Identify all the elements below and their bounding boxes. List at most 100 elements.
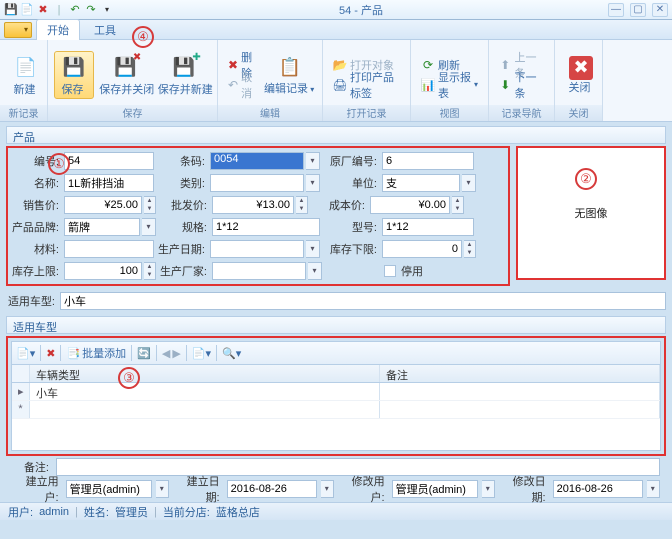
- category-dropdown[interactable]: ▾: [306, 174, 320, 192]
- tb-next-icon[interactable]: ▶: [172, 347, 180, 360]
- print-label-button[interactable]: 🖨打印产品标签: [329, 75, 404, 95]
- window-title: 54 - 产品: [114, 2, 608, 18]
- ribbon: 📄新建 新记录 💾保存 💾✖保存并关闭 💾✚保存并新建 保存 ✖删除 ↶取消 📋…: [0, 40, 672, 122]
- tab-start[interactable]: 开始: [36, 19, 80, 40]
- grid-header-type[interactable]: 车辆类型: [30, 365, 380, 382]
- tb-copy-icon[interactable]: 📄▾: [192, 347, 211, 360]
- factory-dropdown[interactable]: ▾: [308, 262, 322, 280]
- label-stockup: 库存上限:: [10, 263, 62, 279]
- edit-record-button[interactable]: 📋编辑记录 ▾: [264, 53, 316, 96]
- tb-new-icon[interactable]: 📄▾: [16, 347, 35, 360]
- tb-batch-add-button[interactable]: 📑 批量添加: [66, 345, 126, 361]
- stocklow-spinner[interactable]: ▲▼: [464, 240, 476, 258]
- minimize-button[interactable]: —: [608, 3, 624, 17]
- modifyuser-dd[interactable]: ▾: [482, 480, 495, 498]
- qat-dropdown-icon[interactable]: ▾: [100, 3, 114, 17]
- grid-corner: [12, 365, 30, 382]
- qat-redo-icon[interactable]: ↷: [84, 3, 98, 17]
- input-saleprice[interactable]: [64, 196, 142, 214]
- open-icon: 📂: [333, 58, 347, 72]
- tb-delete-icon[interactable]: ✖: [46, 347, 55, 360]
- brand-dropdown[interactable]: ▾: [142, 218, 156, 236]
- grid-row-new[interactable]: *: [12, 401, 660, 419]
- close-icon: ✖: [569, 56, 593, 80]
- grid-row[interactable]: ▸小车: [12, 383, 660, 401]
- up-icon: ⬆: [499, 58, 512, 72]
- label-barcode: 条码:: [156, 153, 208, 169]
- tb-prev-icon[interactable]: ◀: [162, 347, 170, 360]
- report-icon: 📊: [421, 78, 435, 92]
- tb-search-icon[interactable]: 🔍▾: [222, 347, 241, 360]
- proddate-dropdown[interactable]: ▾: [306, 240, 320, 258]
- input-model[interactable]: [382, 218, 474, 236]
- app-menu-button[interactable]: ▾: [4, 22, 32, 38]
- tb-refresh-icon[interactable]: 🔄: [137, 347, 151, 360]
- no-image-text: 无图像: [575, 205, 608, 221]
- input-costprice[interactable]: [370, 196, 450, 214]
- input-wholeprice[interactable]: [212, 196, 294, 214]
- save-close-button[interactable]: 💾✖保存并关闭: [98, 54, 153, 96]
- barcode-dropdown[interactable]: ▾: [306, 152, 320, 170]
- qat-save-icon[interactable]: 💾: [4, 3, 18, 17]
- close-window-button[interactable]: ✕: [652, 3, 668, 17]
- label-mfrno: 原厂编号:: [322, 153, 380, 169]
- label-unit: 单位:: [322, 175, 380, 191]
- label-costprice: 成本价:: [310, 197, 368, 213]
- panel-product-title: 产品: [6, 126, 666, 144]
- input-mfrno[interactable]: [382, 152, 474, 170]
- close-button[interactable]: ✖关闭: [561, 56, 601, 94]
- label-brand: 产品品牌:: [10, 219, 62, 235]
- qat-close-icon[interactable]: ✖: [36, 3, 50, 17]
- input-createuser[interactable]: [66, 480, 152, 498]
- new-button[interactable]: 📄新建: [6, 54, 46, 96]
- label-proddate: 生产日期:: [156, 241, 208, 257]
- qat-saveall-icon[interactable]: 📄: [20, 3, 34, 17]
- label-applycar: 适用车型:: [6, 293, 58, 309]
- input-stockup[interactable]: [64, 262, 142, 280]
- input-material[interactable]: [64, 240, 154, 258]
- next-record-button[interactable]: ⬇下一条: [495, 75, 548, 95]
- cancel-button[interactable]: ↶取消: [224, 75, 260, 95]
- group-navigation: 记录导航: [489, 105, 554, 121]
- grid-header-remark[interactable]: 备注: [380, 365, 660, 382]
- input-proddate[interactable]: [210, 240, 304, 258]
- input-stocklow[interactable]: [382, 240, 462, 258]
- cancel-icon: ↶: [228, 78, 238, 92]
- input-createdate[interactable]: [227, 480, 317, 498]
- group-edit: 编辑: [218, 105, 322, 121]
- input-category[interactable]: [210, 174, 304, 192]
- input-unit[interactable]: [382, 174, 460, 192]
- input-barcode[interactable]: 0054: [210, 152, 304, 170]
- input-modifyuser[interactable]: [392, 480, 478, 498]
- wholeprice-spinner[interactable]: ▲▼: [296, 196, 308, 214]
- group-view: 视图: [411, 105, 488, 121]
- input-spec[interactable]: [212, 218, 320, 236]
- tab-tools[interactable]: 工具: [84, 20, 126, 40]
- maximize-button[interactable]: ▢: [630, 3, 646, 17]
- save-button[interactable]: 💾保存: [54, 51, 94, 99]
- down-icon: ⬇: [499, 78, 512, 92]
- input-brand[interactable]: [64, 218, 140, 236]
- saleprice-spinner[interactable]: ▲▼: [144, 196, 156, 214]
- createuser-dd[interactable]: ▾: [156, 480, 169, 498]
- save-new-button[interactable]: 💾✚保存并新建: [157, 54, 212, 96]
- input-name[interactable]: [64, 174, 154, 192]
- input-code[interactable]: [64, 152, 154, 170]
- modifydate-dd[interactable]: ▾: [647, 480, 660, 498]
- costprice-spinner[interactable]: ▲▼: [452, 196, 464, 214]
- createdate-dd[interactable]: ▾: [321, 480, 334, 498]
- image-preview-box[interactable]: 无图像: [516, 146, 666, 280]
- menu-row: ▾ 开始 工具: [0, 20, 672, 40]
- show-report-button[interactable]: 📊显示报表 ▾: [417, 75, 482, 95]
- status-name-l: 姓名:: [84, 504, 109, 520]
- checkbox-disabled[interactable]: [384, 265, 396, 277]
- input-factory[interactable]: [212, 262, 306, 280]
- label-factory: 生产厂家:: [158, 263, 210, 279]
- status-branch-l: 当前分店:: [163, 504, 210, 520]
- save-icon: 💾: [60, 54, 88, 82]
- stockup-spinner[interactable]: ▲▼: [144, 262, 156, 280]
- input-modifydate[interactable]: [553, 480, 643, 498]
- input-applycar[interactable]: [60, 292, 666, 310]
- qat-undo-icon[interactable]: ↶: [68, 3, 82, 17]
- unit-dropdown[interactable]: ▾: [462, 174, 476, 192]
